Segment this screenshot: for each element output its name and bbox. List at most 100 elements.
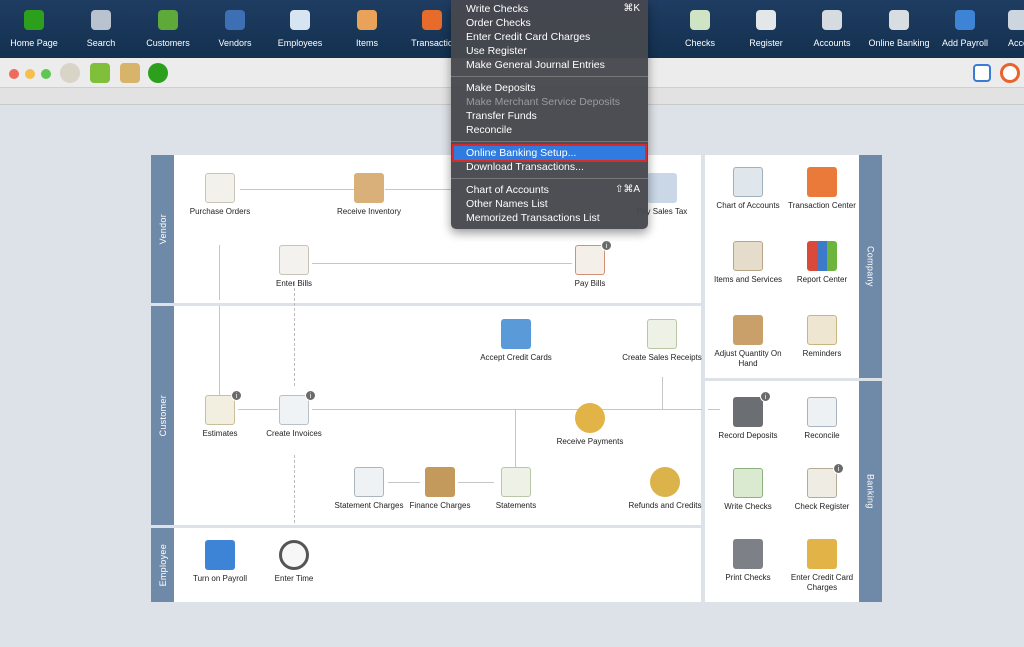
info-icon[interactable]: i bbox=[305, 390, 316, 401]
record-deposits-label: Record Deposits bbox=[718, 431, 778, 440]
refunds-credits-node[interactable]: Refunds and Credits bbox=[625, 467, 705, 511]
reconcile-node[interactable]: Reconcile bbox=[782, 397, 862, 441]
toolbar-vendors-button[interactable]: Vendors bbox=[200, 0, 270, 58]
statement-charges-label: Statement Charges bbox=[334, 501, 404, 510]
items-icon bbox=[357, 10, 377, 30]
create-invoices-node[interactable]: i Create Invoices bbox=[254, 390, 334, 439]
menu-item-transfer-funds[interactable]: Transfer Funds bbox=[451, 109, 648, 123]
menu-item-download-transactions[interactable]: Download Transactions... bbox=[451, 160, 648, 174]
menu-item-online-banking-setup[interactable]: Online Banking Setup... bbox=[452, 144, 647, 162]
envelope-icon bbox=[279, 245, 309, 275]
estimates-node[interactable]: i Estimates bbox=[180, 390, 260, 439]
toolbar-bank-button[interactable]: Online Banking bbox=[864, 0, 934, 58]
chart-of-accounts-node[interactable]: Chart of Accounts bbox=[708, 167, 788, 211]
turn-on-payroll-node[interactable]: Turn on Payroll bbox=[180, 540, 260, 584]
record-deposits-node[interactable]: i Record Deposits bbox=[708, 391, 788, 441]
finance-charges-node[interactable]: Finance Charges bbox=[400, 467, 480, 511]
purchase-orders-label: Purchase Orders bbox=[189, 207, 251, 216]
menu-item-label: Make Deposits bbox=[466, 82, 536, 94]
enter-bills-label: Enter Bills bbox=[275, 279, 312, 288]
compass-icon[interactable] bbox=[60, 63, 80, 83]
help-lifebuoy-icon[interactable] bbox=[1000, 63, 1020, 83]
pay-bills-node[interactable]: i Pay Bills bbox=[550, 240, 630, 289]
info-icon[interactable]: i bbox=[833, 463, 844, 474]
menu-item-make-deposits[interactable]: Make Deposits bbox=[451, 81, 648, 95]
menu-item-write-checks[interactable]: Write Checks ⌘K bbox=[451, 2, 648, 16]
accept-credit-cards-node[interactable]: Accept Credit Cards bbox=[476, 319, 556, 363]
items-services-node[interactable]: Items and Services bbox=[708, 241, 788, 285]
menu-item-label: Transfer Funds bbox=[466, 110, 537, 122]
close-window-button[interactable] bbox=[9, 69, 19, 79]
toolbar-accountant-button[interactable]: Acce bbox=[983, 0, 1024, 58]
chart-icon[interactable] bbox=[90, 63, 110, 83]
reminders-node[interactable]: Reminders bbox=[782, 315, 862, 359]
toolbar-employees-button[interactable]: Employees bbox=[265, 0, 335, 58]
bill-envelope-icon: i bbox=[575, 240, 612, 275]
employee-tab-label: Employee bbox=[157, 543, 168, 587]
accept-credit-cards-label: Accept Credit Cards bbox=[480, 353, 552, 362]
check-register-node[interactable]: i Check Register bbox=[782, 463, 862, 512]
window-select-icon[interactable] bbox=[973, 64, 991, 82]
connector bbox=[219, 306, 220, 396]
menu-item-label: Other Names List bbox=[466, 198, 548, 210]
toolbar-items-button[interactable]: Items bbox=[332, 0, 402, 58]
menu-separator bbox=[451, 141, 648, 142]
toolbar-customers-button[interactable]: Customers bbox=[133, 0, 203, 58]
transaction-center-node[interactable]: Transaction Center bbox=[782, 167, 862, 211]
info-icon[interactable]: i bbox=[231, 390, 242, 401]
menu-item-other-names-list[interactable]: Other Names List bbox=[451, 197, 648, 211]
statement-charges-node[interactable]: Statement Charges bbox=[329, 467, 409, 511]
purchase-orders-node[interactable]: Purchase Orders bbox=[180, 173, 260, 217]
toolbar-label: Home Page bbox=[10, 38, 58, 48]
receive-inventory-node[interactable]: Receive Inventory bbox=[329, 173, 409, 217]
vendor-tab: Vendor bbox=[151, 155, 174, 303]
print-checks-node[interactable]: Print Checks bbox=[708, 539, 788, 583]
menu-separator bbox=[451, 178, 648, 179]
receive-payments-node[interactable]: Receive Payments bbox=[550, 403, 630, 447]
menu-item-enter-credit-card-charges[interactable]: Enter Credit Card Charges bbox=[451, 30, 648, 44]
write-checks-node[interactable]: Write Checks bbox=[708, 468, 788, 512]
info-icon[interactable]: i bbox=[760, 391, 771, 402]
menu-separator bbox=[451, 76, 648, 77]
minimize-window-button[interactable] bbox=[25, 69, 35, 79]
menu-item-chart-of-accounts[interactable]: Chart of Accounts ⇧⌘A bbox=[451, 183, 648, 197]
menu-item-order-checks[interactable]: Order Checks bbox=[451, 16, 648, 30]
search-icon bbox=[91, 10, 111, 30]
toolbar-search-button[interactable]: Search bbox=[66, 0, 136, 58]
write-checks-label: Write Checks bbox=[724, 502, 772, 511]
menu-item-make-general-journal-entries[interactable]: Make General Journal Entries bbox=[451, 58, 648, 72]
customer-tab-label: Customer bbox=[157, 394, 168, 437]
chart-of-accounts-icon bbox=[733, 167, 763, 197]
menu-item-label: Order Checks bbox=[466, 17, 531, 29]
people-icon[interactable] bbox=[120, 63, 140, 83]
menu-item-reconcile[interactable]: Reconcile bbox=[451, 123, 648, 137]
transactions-icon bbox=[422, 10, 442, 30]
company-tab: Company bbox=[859, 155, 882, 378]
toolbar-register-button[interactable]: Register bbox=[731, 0, 801, 58]
zoom-window-button[interactable] bbox=[41, 69, 51, 79]
receipt-icon bbox=[647, 319, 677, 349]
info-icon[interactable]: i bbox=[601, 240, 612, 251]
menu-item-make-merchant-service-deposits: Make Merchant Service Deposits bbox=[451, 95, 648, 109]
transaction-arrows-icon bbox=[807, 167, 837, 197]
bell-calendar-icon bbox=[807, 315, 837, 345]
payroll-icon bbox=[955, 10, 975, 30]
statements-node[interactable]: Statements bbox=[476, 467, 556, 511]
create-sales-receipts-node[interactable]: Create Sales Receipts bbox=[622, 319, 702, 363]
connector bbox=[662, 377, 663, 409]
toolbar-qb-home-button[interactable]: Home Page bbox=[0, 0, 69, 58]
menu-item-use-register[interactable]: Use Register bbox=[451, 44, 648, 58]
adjust-quantity-node[interactable]: Adjust Quantity On Hand bbox=[708, 315, 788, 369]
clock-icon bbox=[279, 540, 309, 570]
enter-bills-node[interactable]: Enter Bills bbox=[254, 245, 334, 289]
toolbar-accounts-button[interactable]: Accounts bbox=[797, 0, 867, 58]
qb-logo-icon[interactable] bbox=[148, 63, 168, 83]
pay-bills-label: Pay Bills bbox=[574, 279, 606, 288]
menu-item-memorized-transactions-list[interactable]: Memorized Transactions List bbox=[451, 211, 648, 225]
receive-inventory-label: Receive Inventory bbox=[336, 207, 402, 216]
enter-credit-card-charges-node[interactable]: Enter Credit Card Charges bbox=[782, 539, 862, 593]
toolbar-checks-button[interactable]: Checks bbox=[665, 0, 735, 58]
enter-time-node[interactable]: Enter Time bbox=[254, 540, 334, 584]
report-center-node[interactable]: Report Center bbox=[782, 241, 862, 285]
payroll-person-icon bbox=[205, 540, 235, 570]
